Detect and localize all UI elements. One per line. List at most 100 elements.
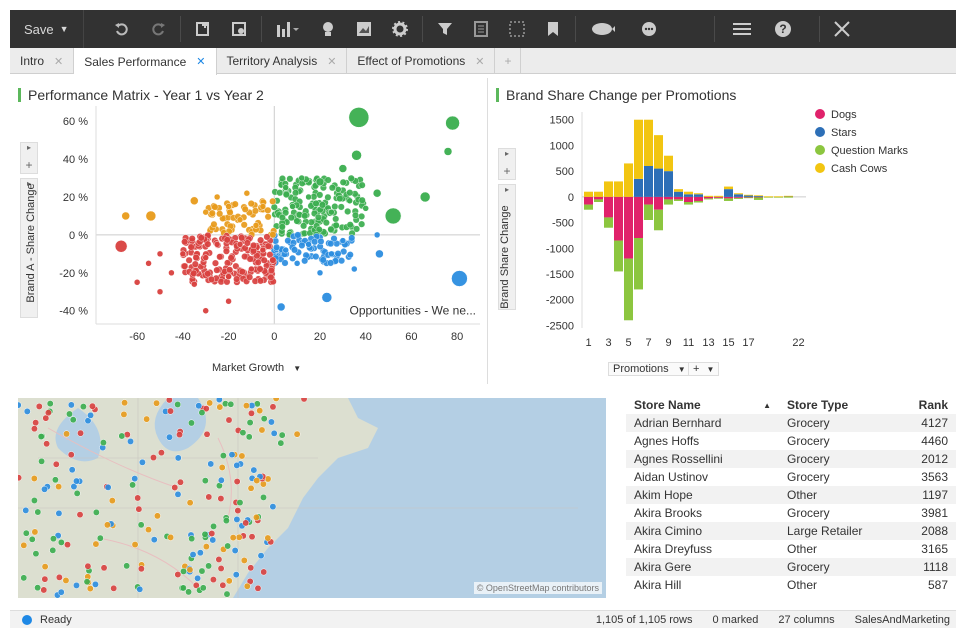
column-header-store-type[interactable]: Store Type <box>779 396 897 414</box>
scatter-point <box>273 243 281 251</box>
redo-icon[interactable] <box>140 10 176 48</box>
scatter-point <box>181 262 189 270</box>
map-marker <box>174 490 182 498</box>
table-row[interactable]: Akira Gere Grocery 1118 <box>626 558 956 576</box>
svg-text:?: ? <box>779 22 786 36</box>
image-icon[interactable] <box>346 10 382 48</box>
close-icon[interactable] <box>824 10 860 48</box>
bar-segment <box>784 195 793 197</box>
x-axis-selector[interactable]: Promotions ▼ <box>608 362 691 376</box>
plus-icon: + <box>503 164 511 178</box>
filter-icon[interactable] <box>427 10 463 48</box>
map-marker <box>202 543 210 551</box>
bar-segment <box>734 194 743 197</box>
new-page-icon[interactable] <box>185 10 221 48</box>
tab-territory-analysis[interactable]: Territory Analysis ✕ <box>217 48 348 74</box>
stacked-bar-chart[interactable]: 150010005000-500-1000-1500-2000-25001 3 5 7… <box>522 102 952 372</box>
table-row[interactable]: Akira Brooks Grocery 3981 <box>626 504 956 522</box>
scatter-point <box>445 115 460 131</box>
tab-sales-performance[interactable]: Sales Performance ✕ <box>74 48 217 75</box>
tab-intro[interactable]: Intro ✕ <box>10 48 75 74</box>
column-header-store-name[interactable]: Store Name ▲ <box>626 396 779 414</box>
table-row[interactable]: Akira Dreyfuss Other 3165 <box>626 540 956 558</box>
map-marker <box>138 458 146 466</box>
close-icon[interactable]: ✕ <box>475 55 484 68</box>
menu-icon[interactable] <box>719 10 765 48</box>
select-icon[interactable] <box>499 10 535 48</box>
map-marker <box>215 398 223 403</box>
bar-segment <box>584 191 593 197</box>
scatter-plot[interactable]: 60 % 40 % 20 % 0 % -20 % -40 % -60 -40 -20 0 20 40 6… <box>44 102 484 362</box>
save-label: Save <box>24 21 54 37</box>
table-row[interactable]: Akira Cimino Large Retailer 2088 <box>626 522 956 540</box>
help-icon[interactable]: ? <box>765 10 801 48</box>
legend-label: Question Marks <box>831 145 909 157</box>
map-marker <box>252 513 260 521</box>
table-row[interactable]: Akira Hill Other 587 <box>626 576 956 594</box>
bar-segment <box>664 199 673 205</box>
undo-icon[interactable] <box>104 10 140 48</box>
add-axis-button[interactable]: + <box>20 158 38 174</box>
data-source[interactable]: SalesAndMarketing <box>855 614 950 626</box>
map-marker <box>198 409 206 417</box>
save-button[interactable]: Save ▼ <box>10 10 84 48</box>
map-marker <box>157 449 165 457</box>
add-tab-button[interactable]: + <box>495 48 522 73</box>
gear-icon[interactable] <box>382 10 418 48</box>
bookmark-icon[interactable] <box>535 10 571 48</box>
bar-chart-icon[interactable] <box>266 10 310 48</box>
chevron-right-icon: ▸ <box>504 149 509 158</box>
close-icon[interactable]: ✕ <box>54 55 63 68</box>
table-row[interactable]: Agnes Rossellini Grocery 2012 <box>626 450 956 468</box>
close-icon[interactable]: ✕ <box>327 55 336 68</box>
scatter-point <box>197 234 205 242</box>
map-marker <box>57 588 65 596</box>
scatter-point <box>305 241 312 248</box>
scatter-point <box>318 201 326 209</box>
table-row[interactable]: Agnes Hoffs Grocery 4460 <box>626 432 956 450</box>
scatter-point <box>191 280 198 288</box>
chat-icon[interactable] <box>626 10 672 48</box>
scatter-point <box>190 269 198 277</box>
scatter-point <box>208 275 216 283</box>
map-marker <box>22 529 30 537</box>
scatter-point <box>327 225 335 233</box>
map-marker <box>198 567 206 575</box>
scatter-point <box>289 203 296 210</box>
bar-segment <box>614 240 623 272</box>
rank-cell: 3981 <box>921 506 948 520</box>
close-icon[interactable]: ✕ <box>196 55 205 68</box>
details-icon[interactable] <box>463 10 499 48</box>
table-row[interactable]: Aidan Ustinov Grocery 3563 <box>626 468 956 486</box>
x-tick-label: 20 <box>314 331 326 343</box>
store-map[interactable]: © OpenStreetMap contributors <box>18 398 606 598</box>
y-tick-label: 60 % <box>63 116 88 128</box>
map-canvas[interactable] <box>18 398 606 598</box>
scatter-point <box>179 250 187 258</box>
page-settings-icon[interactable] <box>221 10 257 48</box>
map-marker <box>32 550 40 558</box>
x-axis-selector[interactable]: Market Growth ▼ <box>212 362 301 374</box>
add-x-axis-button[interactable]: + ▼ <box>688 362 720 376</box>
rank-cell: 1197 <box>897 486 956 504</box>
map-marker <box>278 431 286 439</box>
bar-segment <box>604 217 613 228</box>
scatter-point <box>312 199 320 207</box>
bar-segment <box>644 166 653 197</box>
bar-segment <box>624 163 633 197</box>
lightbulb-icon[interactable] <box>310 10 346 48</box>
tab-effect-of-promotions[interactable]: Effect of Promotions ✕ <box>347 48 496 74</box>
scatter-point <box>216 210 224 218</box>
scatter-point <box>335 186 342 193</box>
collaboration-icon[interactable] <box>580 10 626 48</box>
bar-segment <box>664 196 673 200</box>
scatter-point <box>314 213 322 221</box>
scatter-point <box>243 189 251 197</box>
table-row[interactable]: Akim Hope Other 1197 <box>626 486 956 504</box>
column-header-rank[interactable]: Rank <box>897 396 956 414</box>
scatter-point <box>187 243 195 251</box>
table-row[interactable]: Adrian Bernhard Grocery 4127 <box>626 414 956 432</box>
map-marker <box>92 580 99 588</box>
add-axis-button[interactable]: + <box>498 164 516 180</box>
bar-segment <box>634 119 643 179</box>
